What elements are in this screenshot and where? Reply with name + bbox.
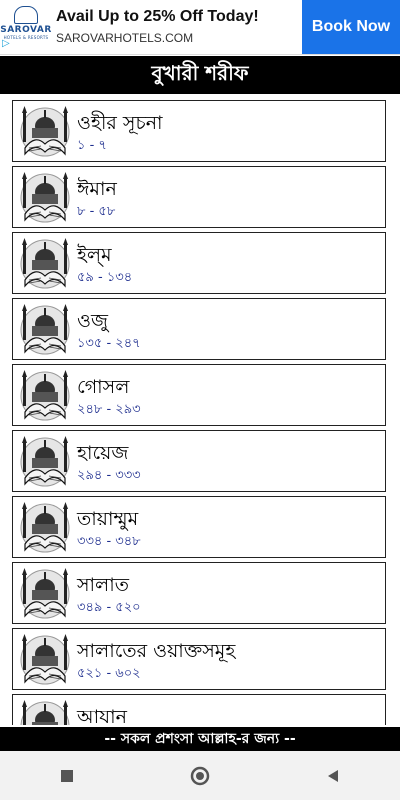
chapter-title: আযান <box>77 706 127 725</box>
chapter-item[interactable]: গোসল ২৪৮ - ২৯৩ <box>12 364 386 426</box>
chapter-item[interactable]: ঈমান ৮ - ৫৮ <box>12 166 386 228</box>
footer-text: -- সকল প্রশংসা আল্লাহ-র জন্য -- <box>104 731 296 747</box>
mosque-book-icon <box>20 700 70 725</box>
recents-button[interactable] <box>37 756 97 796</box>
mosque-book-icon <box>20 238 70 289</box>
page-title: বুখারী শরীফ <box>151 60 249 85</box>
mosque-book-icon <box>20 370 70 421</box>
home-button[interactable] <box>170 756 230 796</box>
chapter-item[interactable]: সালাত ৩৪৯ - ৫২০ <box>12 562 386 624</box>
mosque-book-icon <box>20 106 70 157</box>
chapter-range: ৩৪৯ - ৫২০ <box>77 600 141 615</box>
chapter-item[interactable]: হায়েজ ২৯৪ - ৩৩৩ <box>12 430 386 492</box>
chapter-range: ১ - ৭ <box>77 138 107 153</box>
square-recents-icon <box>60 769 73 782</box>
chapter-item[interactable]: ওজু ১৩৫ - ২৪৭ <box>12 298 386 360</box>
triangle-back-icon <box>328 769 339 782</box>
chapter-range: ৫৯ - ১৩৪ <box>77 270 133 285</box>
system-nav-bar <box>0 751 400 800</box>
mosque-book-icon <box>20 172 70 223</box>
mosque-book-icon <box>20 568 70 619</box>
crest-icon <box>14 6 38 24</box>
chapter-item[interactable]: সালাতের ওয়াক্তসমূহ ৫২১ - ৬০২ <box>12 628 386 690</box>
mosque-book-icon <box>20 634 70 685</box>
circle-home-icon <box>190 766 210 785</box>
book-now-button[interactable]: Book Now <box>302 0 400 54</box>
ad-url[interactable]: SAROVARHOTELS.COM <box>56 31 193 45</box>
chapter-range: ৩৩৪ - ৩৪৮ <box>77 534 141 549</box>
ad-logo-brand: SAROVAR <box>0 25 52 35</box>
chapter-item[interactable]: আযান <box>12 694 386 725</box>
mosque-book-icon <box>20 502 70 553</box>
chapter-item[interactable]: তায়াম্মুম ৩৩৪ - ৩৪৮ <box>12 496 386 558</box>
mosque-book-icon <box>20 304 70 355</box>
chapter-range: ৮ - ৫৮ <box>77 204 116 219</box>
ad-banner[interactable]: SAROVAR HOTELS & RESORTS ▷ Avail Up to 2… <box>0 0 400 55</box>
chapter-range: ২৪৮ - ২৯৩ <box>77 402 141 417</box>
chapter-item[interactable]: ওহীর সূচনা ১ - ৭ <box>12 100 386 162</box>
chapter-range: ১৩৫ - ২৪৭ <box>77 336 141 351</box>
mosque-book-icon <box>20 436 70 487</box>
chapter-list[interactable]: ওহীর সূচনা ১ - ৭ ঈমান ৮ - ৫৮ ইল্‌ম ৫৯ - … <box>0 94 400 725</box>
back-button[interactable] <box>303 756 363 796</box>
chapter-item[interactable]: ইল্‌ম ৫৯ - ১৩৪ <box>12 232 386 294</box>
chapter-range: ২৯৪ - ৩৩৩ <box>77 468 141 483</box>
chapter-range: ৫২১ - ৬০২ <box>77 666 141 681</box>
ad-title[interactable]: Avail Up to 25% Off Today! <box>56 8 259 26</box>
app-header: বুখারী শরীফ <box>0 56 400 94</box>
footer-banner: -- সকল প্রশংসা আল্লাহ-র জন্য -- <box>0 727 400 751</box>
adchoices-triangle-icon[interactable]: ▷ <box>2 38 14 50</box>
